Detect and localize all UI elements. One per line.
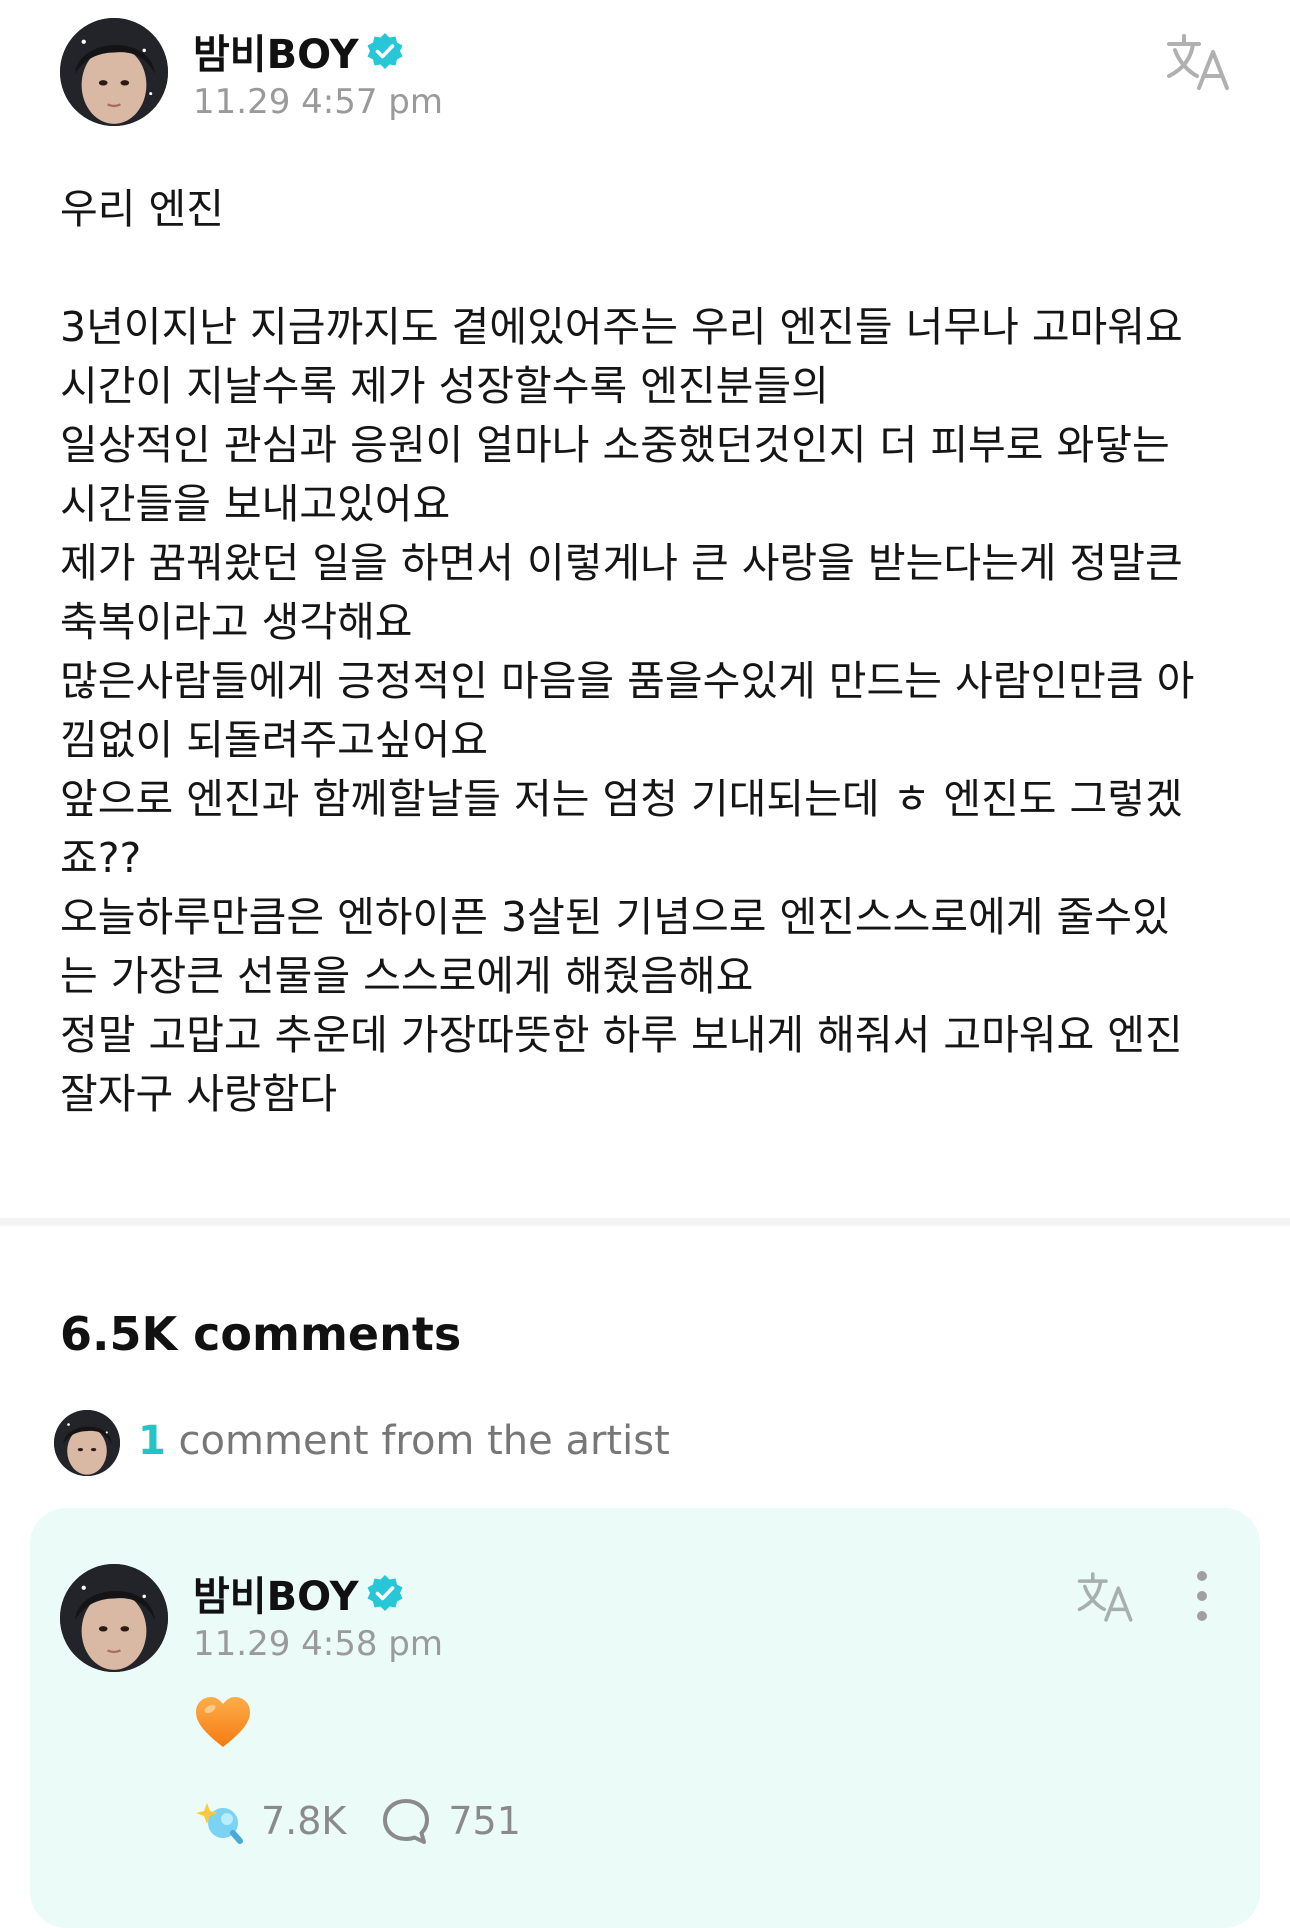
post-line: 는 가장큰 선물을 스스로에게 해줬음해요 [60,952,754,1000]
post-line: 앞으로 엔진과 함께할날들 저는 엄청 기대되는데 ㅎ 엔진도 그렇겠 [60,775,1183,823]
avatar[interactable] [60,1564,168,1672]
artist-comments-filter[interactable]: 1 comment from the artist [54,1410,954,1476]
post-line: 제가 꿈꿔왔던 일을 하면서 이렇게나 큰 사랑을 받는다는게 정말큰 [60,539,1183,587]
artist-comment-count: 1 [138,1418,166,1464]
post-line: 시간들을 보내고있어요 [60,480,451,528]
comment-author-name: 밤비BOY [193,1574,359,1620]
more-vertical-icon [1197,1571,1207,1621]
avatar[interactable] [60,18,168,126]
artist-comment-summary: 1 comment from the artist [138,1418,670,1464]
post-line: 잘자구 사랑함다 [60,1070,338,1118]
post-line: 일상적인 관심과 응원이 얼마나 소중했던것인지 더 피부로 와닿는 [60,421,1170,469]
post-line: 축복이라고 생각해요 [60,598,413,646]
comments-count: 6.5K comments [60,1307,462,1361]
translate-button[interactable] [1165,32,1233,92]
post-timestamp: 11.29 4:57 pm [193,82,444,122]
post-line: 많은사람들에게 긍정적인 마음을 품을수있게 만드는 사람인만큼 아 [60,657,1195,705]
like-count: 7.8K [261,1799,347,1843]
verified-badge-icon [365,1573,405,1613]
orange-heart-icon [193,1693,253,1753]
like-button[interactable]: 7.8K [193,1795,346,1847]
section-divider [0,1218,1290,1226]
post-header: 밤비BOY 11.29 4:57 pm [60,18,1230,128]
post-body: 우리 엔진 3년이지난 지금까지도 곁에있어주는 우리 엔진들 너무나 고마워요… [60,180,1230,1124]
translate-icon [1167,34,1229,90]
speech-bubble-icon [380,1795,432,1847]
translate-icon [1077,1572,1133,1622]
post-author-name: 밤비BOY [193,32,359,78]
reply-button[interactable]: 751 [380,1795,521,1847]
translate-button[interactable] [1076,1570,1136,1624]
post-author[interactable]: 밤비BOY [193,22,405,80]
artist-comment-label: comment from the artist [165,1418,670,1464]
post-line: 3년이지난 지금까지도 곁에있어주는 우리 엔진들 너무나 고마워요 [60,303,1183,351]
avatar-image [54,1410,120,1476]
post-line: 정말 고맙고 추운데 가장따뜻한 하루 보내게 해줘서 고마워요 엔진 [60,1011,1183,1059]
comment-timestamp: 11.29 4:58 pm [193,1624,444,1664]
reply-count: 751 [448,1799,521,1843]
more-options-button[interactable] [1190,1568,1214,1624]
verified-badge-icon [365,31,405,71]
comment-author[interactable]: 밤비BOY [193,1564,405,1622]
sparkle-like-icon [193,1795,245,1847]
artist-comment-card: 밤비BOY 11.29 4:58 pm 7.8K 751 [30,1508,1260,1928]
comment-reactions: 7.8K 751 [193,1794,521,1848]
avatar-image [60,18,168,126]
post-line: 오늘하루만큼은 엔하이픈 3살된 기념으로 엔진스스로에게 줄수있 [60,893,1170,941]
avatar [54,1410,120,1476]
post-line: 시간이 지날수록 제가 성장할수록 엔진분들의 [60,362,829,410]
post-line: 낌없이 되돌려주고싶어요 [60,716,488,764]
avatar-image [60,1564,168,1672]
post-line: 죠?? [60,834,142,882]
post-title: 우리 엔진 [60,185,224,233]
